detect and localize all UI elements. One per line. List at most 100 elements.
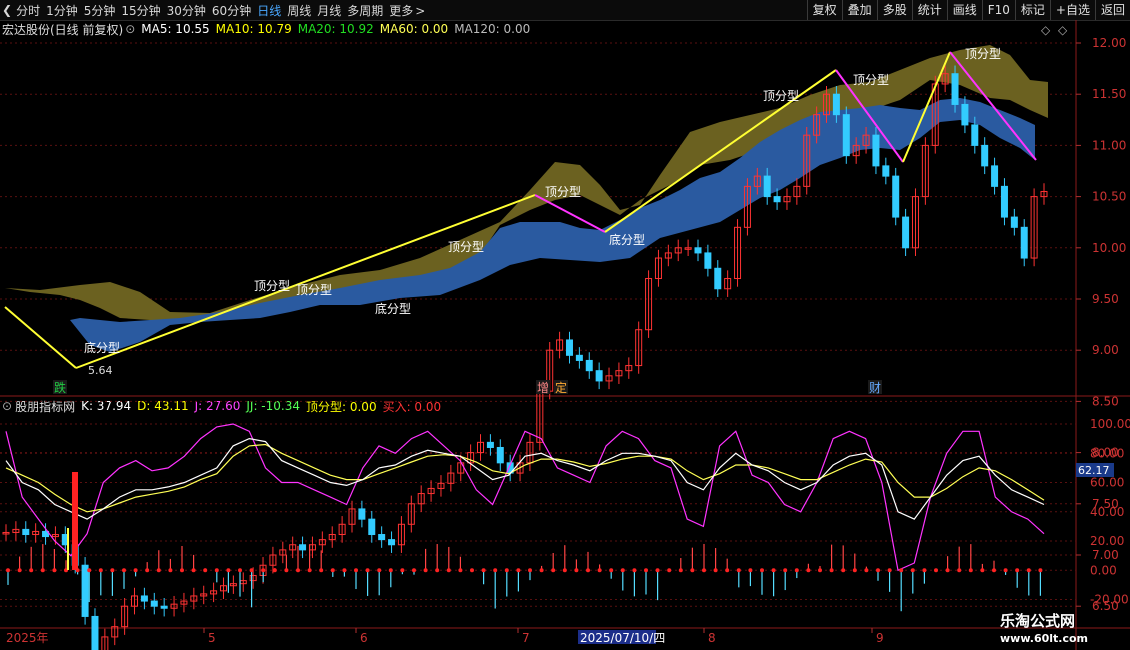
candle-body [625,365,633,372]
candle-body [210,590,218,595]
pattern-label: 顶分型 [296,283,332,297]
candle-body [477,441,485,454]
hist-dot [852,568,857,573]
candle-body [902,216,910,249]
period-tab-monthly[interactable]: 月线 [317,2,341,19]
period-tab-weekly[interactable]: 周线 [287,2,311,19]
hist-dot [307,568,312,573]
candle-body [763,175,771,198]
candle-body [921,144,929,198]
candle-body [22,528,30,536]
hist-dot [122,568,126,573]
candle-body [328,534,336,541]
hist-dot [841,568,846,573]
candle-body [269,554,277,566]
time-axis-label: 2025/07/10/四 [580,631,665,645]
zigzag-segment [534,194,606,233]
price-axis-label: 6.50 [1092,599,1119,613]
candle-body [546,349,554,392]
pattern-label: 顶分型 [853,73,889,87]
candle-body [911,196,919,249]
period-tab-30min[interactable]: 30分钟 [167,2,206,19]
indicator-settings-icon[interactable]: ⊙ [2,399,12,413]
candle-body [239,580,247,585]
add-watchlist-button[interactable]: +自选 [1049,0,1095,20]
time-axis-label: 9 [876,631,884,645]
indicator-axis-label: -20.00 [1090,593,1129,607]
restore-rights-button[interactable]: 复权 [806,0,842,20]
hist-dot [655,568,660,573]
candle-body [457,462,465,474]
candle-body [803,134,811,187]
time-axis-label: 5 [208,631,216,645]
hist-dot [736,568,741,573]
watermark-url: www.60lt.com [1000,632,1089,645]
chevron-left-icon[interactable]: ❮ [2,3,12,17]
candle-body [862,134,870,146]
candle-body [308,544,316,551]
period-tab-multi[interactable]: 多周期 [347,2,383,19]
period-tab-5min[interactable]: 5分钟 [84,2,116,19]
candle-body [2,531,10,535]
candle-body [496,446,504,464]
candle-body [437,482,445,489]
statistics-button[interactable]: 统计 [911,0,947,20]
hist-dot [934,568,938,573]
j-value: J: 27.60 [194,399,241,413]
period-tab-fenshi[interactable]: 分时 [16,2,40,19]
time-axis-label: 7 [522,631,530,645]
low-price-label: 5.64 [88,364,113,377]
candle-body [289,544,297,551]
hist-dot [52,568,57,573]
candle-body [961,103,969,126]
candle-body [852,144,860,157]
event-marker: 定 [555,380,567,395]
period-tab-15min[interactable]: 15分钟 [121,2,160,19]
f10-button[interactable]: F10 [981,0,1015,20]
period-tab-more[interactable]: 更多 > [389,2,425,19]
hist-dot [226,568,231,573]
back-button[interactable]: 返回 [1094,0,1130,20]
candle-body [12,528,20,533]
period-tab-1min[interactable]: 1分钟 [46,2,78,19]
candle-body [575,354,583,361]
hist-dot [481,568,486,573]
candle-body [783,196,791,203]
hist-dot [818,568,822,573]
hist-dot [330,568,335,573]
pattern-label: 底分型 [375,301,411,316]
hist-dot [400,568,405,573]
hist-dot [887,568,892,573]
kline-chart[interactable]: 底分型顶分型 顶分型底分型顶分型顶分型底分型顶分型顶分型顶分型5.64跌增定财 1… [0,0,1130,650]
ma120-value: MA120: 0.00 [454,22,531,36]
hist-dot [214,568,219,573]
candle-body [842,114,850,157]
candle-body [32,530,40,536]
candle-body [654,257,662,280]
hist-dot [17,568,22,573]
hist-dot [632,568,637,573]
draw-line-button[interactable]: 画线 [946,0,982,20]
hist-dot [667,568,672,573]
arrow-icon: ◇ [1058,23,1068,37]
candle-body [832,93,840,116]
hist-dot [539,568,544,573]
multi-stock-button[interactable]: 多股 [876,0,912,20]
hist-dot [794,568,799,573]
period-tab-daily[interactable]: 日线 [257,2,281,19]
dropdown-icon[interactable]: ⊙ [125,22,135,36]
candle-body [338,523,346,536]
candle-body [941,73,949,85]
overlay-button[interactable]: 叠加 [841,0,877,20]
blue-cloud-band [70,98,1035,352]
hist-dot [609,568,614,573]
stock-name[interactable]: 宏达股份(日线 前复权) [2,21,123,38]
period-tab-60min[interactable]: 60分钟 [212,2,251,19]
mark-button[interactable]: 标记 [1014,0,1050,20]
candle-body [734,226,742,280]
hist-dot [40,568,45,573]
indicator-name[interactable]: 股朋指标网 [15,398,75,415]
hist-dot [504,568,509,573]
candle-body [704,252,712,269]
hist-dot [388,568,393,573]
